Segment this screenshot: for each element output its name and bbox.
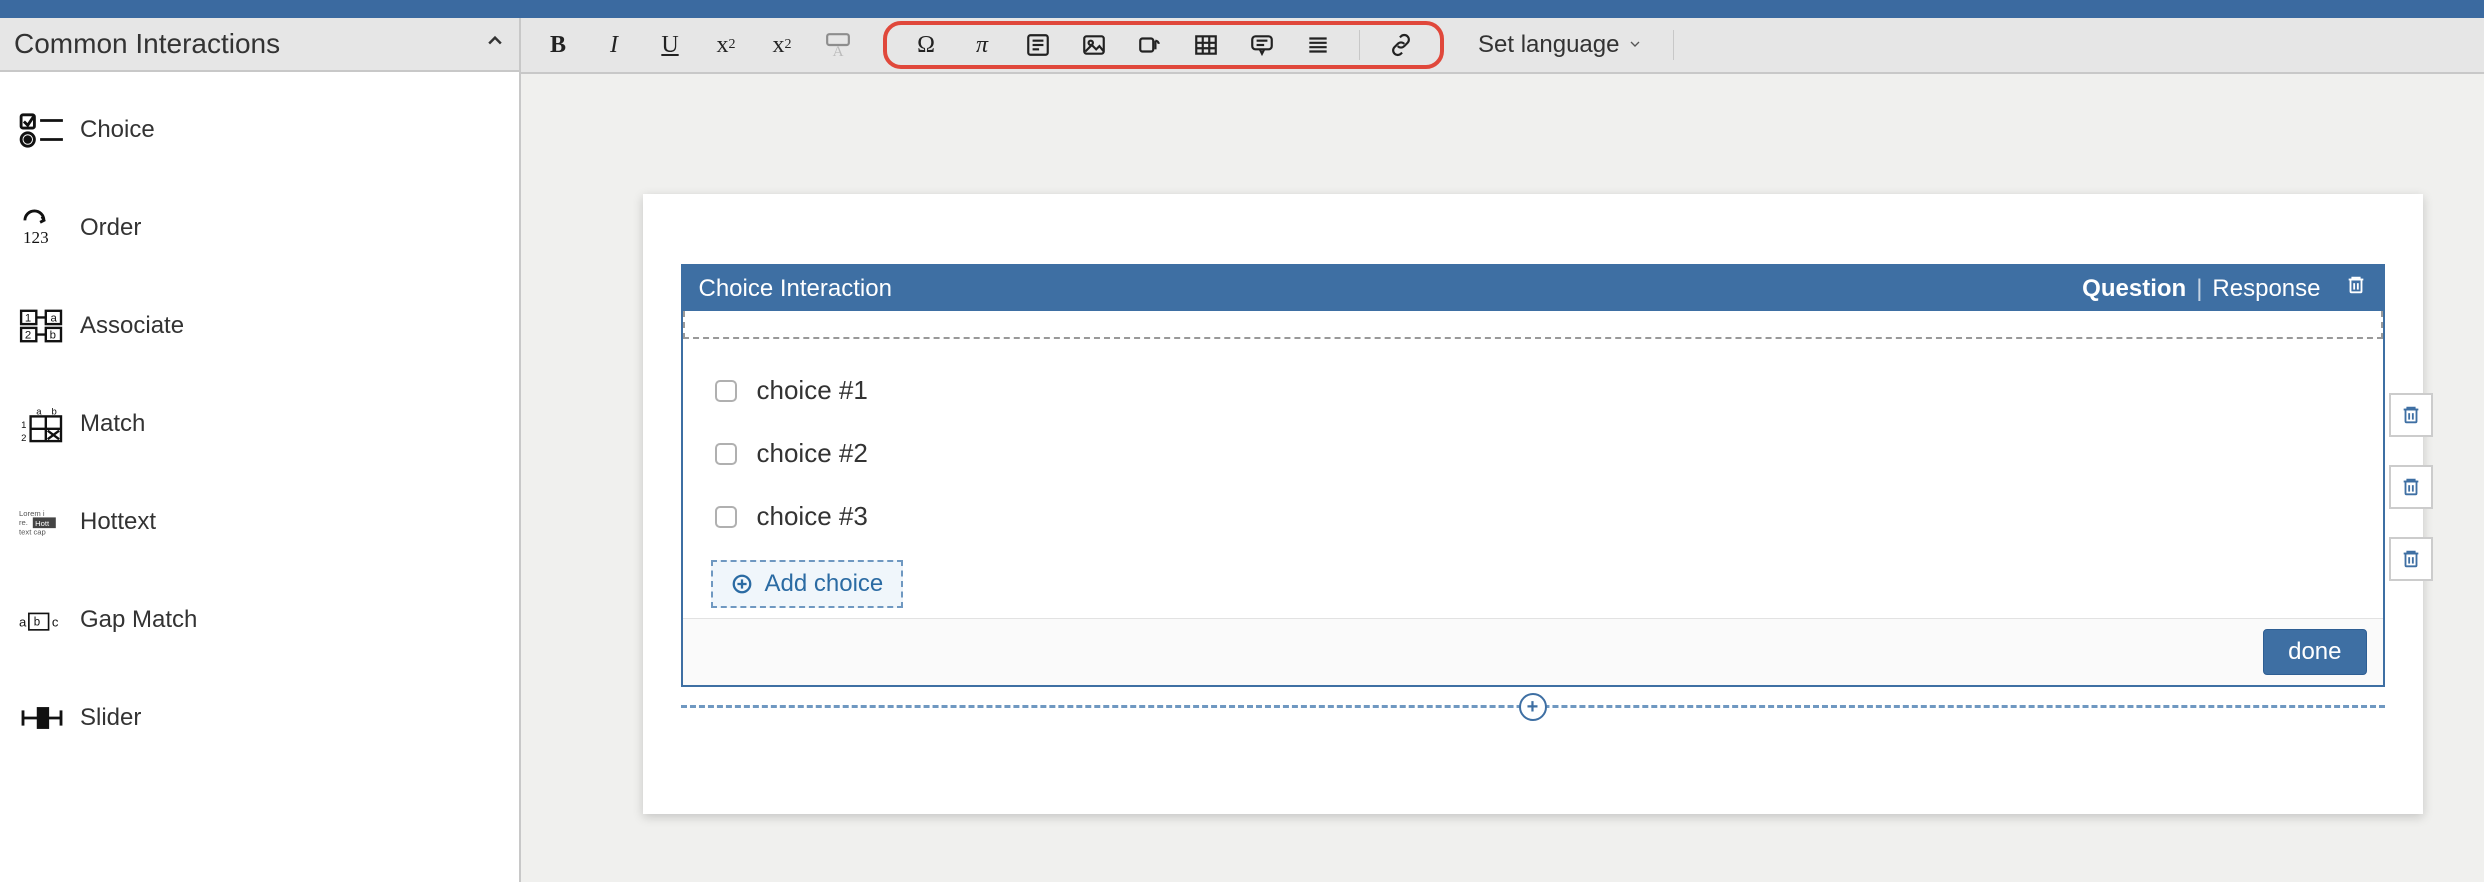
palette-item-choice[interactable]: Choice [10, 92, 509, 168]
font-style-button[interactable]: A [813, 24, 863, 66]
delete-choice-button[interactable] [2389, 393, 2433, 437]
svg-text:re.: re. [19, 518, 28, 527]
palette-item-gapmatch[interactable]: a b c Gap Match [10, 582, 509, 658]
gapmatch-icon: a b c [18, 600, 66, 640]
associate-icon: 1 a 2 b [18, 306, 66, 346]
language-label: Set language [1478, 31, 1619, 59]
palette-item-associate[interactable]: 1 a 2 b Associate [10, 288, 509, 364]
tab-response[interactable]: Response [2212, 275, 2320, 303]
choice-item[interactable]: choice #2 [711, 428, 2355, 491]
palette-body: Choice 123 Order 1 a [0, 72, 519, 776]
link-button[interactable] [1376, 24, 1426, 66]
block-footer: done [683, 618, 2383, 685]
table-button[interactable] [1181, 24, 1231, 66]
format-toolbar: B I U x2 x2 A Ω π [521, 18, 2484, 74]
image-button[interactable] [1069, 24, 1119, 66]
block-title: Choice Interaction [699, 275, 892, 303]
palette-item-label: Slider [80, 704, 141, 732]
editor-canvas: Choice Interaction Question | Response [521, 74, 2484, 882]
palette-item-match[interactable]: a b 1 2 Match [10, 386, 509, 462]
prompt-area[interactable] [683, 311, 2383, 339]
match-icon: a b 1 2 [18, 404, 66, 444]
palette-title: Common Interactions [14, 28, 280, 60]
tooltip-button[interactable] [1237, 24, 1287, 66]
delete-choice-button[interactable] [2389, 537, 2433, 581]
svg-text:2: 2 [21, 433, 26, 443]
palette-header[interactable]: Common Interactions [0, 18, 519, 72]
slider-icon [18, 698, 66, 738]
tab-separator: | [2196, 275, 2202, 303]
svg-text:A: A [833, 43, 844, 58]
palette-item-label: Hottext [80, 508, 156, 536]
underline-button[interactable]: U [645, 24, 695, 66]
add-choice-button[interactable]: Add choice [711, 560, 904, 608]
delete-choice-button[interactable] [2389, 465, 2433, 509]
palette-item-label: Gap Match [80, 606, 197, 634]
svg-text:123: 123 [23, 228, 49, 247]
order-icon: 123 [18, 208, 66, 248]
bold-button[interactable]: B [533, 24, 583, 66]
svg-text:1: 1 [21, 420, 26, 431]
svg-text:c: c [52, 615, 59, 630]
svg-text:b: b [34, 617, 40, 629]
palette-item-label: Order [80, 214, 141, 242]
paragraph-format-button[interactable] [1293, 24, 1343, 66]
block-header: Choice Interaction Question | Response [683, 266, 2383, 311]
svg-text:1: 1 [25, 312, 31, 324]
language-selector[interactable]: Set language [1478, 31, 1643, 59]
toolbar-separator [1359, 30, 1360, 60]
media-button[interactable] [1125, 24, 1175, 66]
palette-item-hottext[interactable]: Lorem i re. Hott text cap Hottext [10, 484, 509, 560]
italic-button[interactable]: I [589, 24, 639, 66]
palette-item-label: Match [80, 410, 145, 438]
app-main: Common Interactions Choice [0, 18, 2484, 882]
tab-question[interactable]: Question [2082, 275, 2186, 303]
add-choice-label: Add choice [765, 570, 884, 598]
choice-icon [18, 110, 66, 150]
svg-text:2: 2 [25, 329, 31, 341]
choice-label[interactable]: choice #2 [757, 438, 868, 469]
svg-text:a: a [19, 615, 27, 630]
delete-block-button[interactable] [2345, 274, 2367, 303]
checkbox-icon[interactable] [715, 443, 737, 465]
subscript-button[interactable]: x2 [701, 24, 751, 66]
special-char-button[interactable]: Ω [901, 24, 951, 66]
svg-text:Hott: Hott [35, 519, 50, 528]
shared-stimulus-button[interactable] [1013, 24, 1063, 66]
interaction-palette: Common Interactions Choice [0, 18, 521, 882]
svg-text:text cap: text cap [19, 527, 46, 536]
choice-item[interactable]: choice #1 [711, 365, 2355, 428]
chevron-down-icon [1627, 31, 1643, 59]
choices-list: choice #1 choice #2 [683, 339, 2383, 618]
choice-label[interactable]: choice #3 [757, 501, 868, 532]
svg-text:Lorem i: Lorem i [19, 509, 45, 518]
palette-item-label: Associate [80, 312, 184, 340]
hottext-icon: Lorem i re. Hott text cap [18, 502, 66, 542]
choice-item[interactable]: choice #3 [711, 491, 2355, 554]
checkbox-icon[interactable] [715, 380, 737, 402]
item-page: Choice Interaction Question | Response [643, 194, 2423, 814]
drop-zone-divider[interactable]: + [681, 705, 2385, 708]
choice-label[interactable]: choice #1 [757, 375, 868, 406]
palette-item-label: Choice [80, 116, 155, 144]
add-block-button[interactable]: + [1519, 693, 1547, 721]
chevron-up-icon [485, 31, 505, 57]
editor-area: B I U x2 x2 A Ω π [521, 18, 2484, 882]
svg-text:a: a [51, 312, 58, 324]
done-button[interactable]: done [2263, 629, 2366, 675]
svg-text:b: b [50, 329, 56, 341]
insert-tools-group-highlight: Ω π [883, 21, 1444, 69]
palette-item-order[interactable]: 123 Order [10, 190, 509, 266]
app-top-strip [0, 0, 2484, 18]
math-button[interactable]: π [957, 24, 1007, 66]
checkbox-icon[interactable] [715, 506, 737, 528]
palette-item-slider[interactable]: Slider [10, 680, 509, 756]
superscript-button[interactable]: x2 [757, 24, 807, 66]
choice-interaction-block[interactable]: Choice Interaction Question | Response [681, 264, 2385, 687]
block-header-actions: Question | Response [2082, 274, 2366, 303]
toolbar-separator [1673, 30, 1674, 60]
